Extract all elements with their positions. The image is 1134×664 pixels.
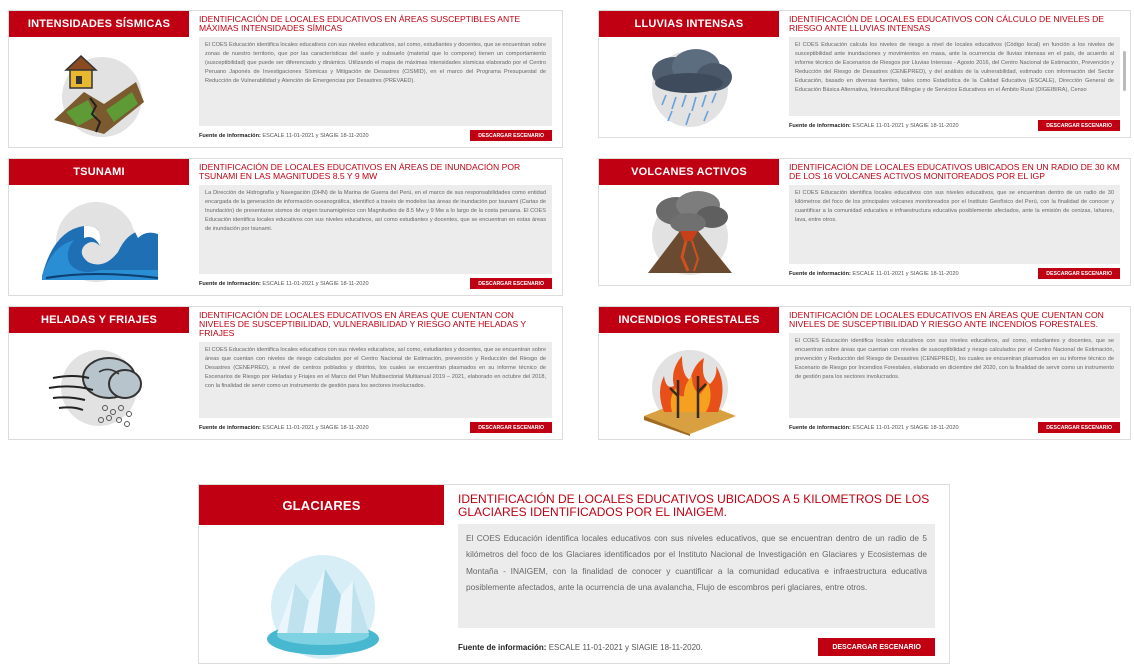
card-left-panel: GLACIARES — [199, 485, 444, 663]
card-title: IDENTIFICACIÓN DE LOCALES EDUCATIVOS EN … — [199, 14, 521, 34]
card-left-panel: INCENDIOS FORESTALES — [599, 307, 779, 439]
card-volcanes-activos: VOLCANES ACTIVOS IDENTIFICACIÓN DE LOCAL… — [598, 158, 1131, 286]
card-glaciares: GLACIARES IDENTIFICACIÓN DE LOCALES EDUC… — [198, 484, 950, 664]
card-left-panel: VOLCANES ACTIVOS — [599, 159, 779, 285]
source-label: Fuente de información: — [789, 122, 851, 129]
source-info: Fuente de información: ESCALE 11-01-2021… — [199, 281, 369, 287]
download-scenario-button[interactable]: DESCARGAR ESCENARIO — [470, 278, 552, 289]
card-header: LLUVIAS INTENSAS — [599, 11, 779, 37]
card-left-panel: INTENSIDADES SÍSMICAS — [9, 11, 189, 147]
card-content: IDENTIFICACIÓN DE LOCALES EDUCATIVOS UBI… — [444, 485, 949, 663]
source-label: Fuente de información: — [199, 424, 261, 431]
card-heladas-friajes: HELADAS Y FRIAJES IDENTIFICACIÓN DE LOCA… — [8, 306, 563, 440]
card-content: IDENTIFICACIÓN DE LOCALES EDUCATIVOS EN … — [189, 11, 562, 147]
source-text: ESCALE 11-01-2021 y SIAGIE 18-11-2020. — [548, 642, 703, 652]
card-tsunami: TSUNAMI IDENTIFICACIÓN DE LOCALES EDUCAT… — [8, 158, 563, 296]
frost-wind-icon — [9, 333, 189, 439]
glacier-icon — [199, 525, 444, 663]
source-info: Fuente de información: ESCALE 11-01-2021… — [458, 643, 703, 652]
card-left-panel: LLUVIAS INTENSAS — [599, 11, 779, 137]
source-info: Fuente de información: ESCALE 11-01-2021… — [789, 271, 959, 277]
source-info: Fuente de información: ESCALE 11-01-2021… — [789, 425, 959, 431]
forest-fire-icon — [599, 333, 779, 439]
card-footer: Fuente de información: ESCALE 11-01-2021… — [789, 268, 1120, 279]
card-header: INCENDIOS FORESTALES — [599, 307, 779, 333]
card-title: IDENTIFICACIÓN DE LOCALES EDUCATIVOS UBI… — [458, 492, 930, 519]
card-description: El COES Educación identifica locales edu… — [199, 37, 552, 126]
source-info: Fuente de información: ESCALE 11-01-2021… — [199, 425, 369, 431]
card-title: IDENTIFICACIÓN DE LOCALES EDUCATIVOS EN … — [199, 162, 521, 182]
card-footer: Fuente de información: ESCALE 11-01-2021… — [789, 422, 1120, 433]
tsunami-wave-icon — [9, 185, 189, 295]
source-label: Fuente de información: — [789, 270, 851, 277]
card-content: IDENTIFICACIÓN DE LOCALES EDUCATIVOS EN … — [189, 307, 562, 439]
source-label: Fuente de información: — [458, 642, 547, 652]
source-text: ESCALE 11-01-2021 y SIAGIE 18-11-2020 — [852, 270, 959, 277]
card-footer: Fuente de información: ESCALE 11-01-2021… — [199, 422, 552, 433]
card-header: HELADAS Y FRIAJES — [9, 307, 189, 333]
download-scenario-button[interactable]: DESCARGAR ESCENARIO — [1038, 268, 1120, 279]
card-intensidades-sismicas: INTENSIDADES SÍSMICAS IDENTIFICACIÓN DE … — [8, 10, 563, 148]
source-label: Fuente de información: — [199, 280, 261, 287]
card-description: El COES Educación identifica locales edu… — [789, 185, 1120, 264]
download-scenario-button[interactable]: DESCARGAR ESCENARIO — [470, 130, 552, 141]
download-scenario-button[interactable]: DESCARGAR ESCENARIO — [818, 638, 935, 657]
source-text: ESCALE 11-01-2021 y SIAGIE 18-11-2020 — [262, 132, 369, 139]
card-title: IDENTIFICACIÓN DE LOCALES EDUCATIVOS UBI… — [789, 162, 1120, 182]
card-header: VOLCANES ACTIVOS — [599, 159, 779, 185]
card-header: GLACIARES — [199, 485, 444, 525]
rain-cloud-icon — [599, 37, 779, 137]
download-scenario-button[interactable]: DESCARGAR ESCENARIO — [1038, 120, 1120, 131]
card-title: IDENTIFICACIÓN DE LOCALES EDUCATIVOS EN … — [199, 310, 526, 339]
download-scenario-button[interactable]: DESCARGAR ESCENARIO — [1038, 422, 1120, 433]
card-title: IDENTIFICACIÓN DE LOCALES EDUCATIVOS CON… — [789, 14, 1105, 34]
source-text: ESCALE 11-01-2021 y SIAGIE 18-11-2020 — [852, 122, 959, 129]
earthquake-icon — [9, 37, 189, 147]
source-text: ESCALE 11-01-2021 y SIAGIE 18-11-2020 — [262, 424, 369, 431]
scrollbar[interactable] — [1123, 51, 1126, 91]
card-footer: Fuente de información: ESCALE 11-01-2021… — [458, 638, 935, 657]
card-title: IDENTIFICACIÓN DE LOCALES EDUCATIVOS EN … — [789, 310, 1104, 330]
card-content: IDENTIFICACIÓN DE LOCALES EDUCATIVOS CON… — [779, 11, 1130, 137]
card-description: La Dirección de Hidrografía y Navegación… — [199, 185, 552, 274]
source-info: Fuente de información: ESCALE 11-01-2021… — [199, 133, 369, 139]
download-scenario-button[interactable]: DESCARGAR ESCENARIO — [470, 422, 552, 433]
card-footer: Fuente de información: ESCALE 11-01-2021… — [199, 130, 552, 141]
card-content: IDENTIFICACIÓN DE LOCALES EDUCATIVOS EN … — [779, 307, 1130, 439]
card-left-panel: TSUNAMI — [9, 159, 189, 295]
source-info: Fuente de información: ESCALE 11-01-2021… — [789, 123, 959, 129]
card-lluvias-intensas: LLUVIAS INTENSAS IDENTIFICACIÓN DE LOCAL… — [598, 10, 1131, 138]
card-header: INTENSIDADES SÍSMICAS — [9, 11, 189, 37]
source-label: Fuente de información: — [199, 132, 261, 139]
card-content: IDENTIFICACIÓN DE LOCALES EDUCATIVOS EN … — [189, 159, 562, 295]
card-description: El COES Educación identifica locales edu… — [199, 342, 552, 418]
source-text: ESCALE 11-01-2021 y SIAGIE 18-11-2020 — [262, 280, 369, 287]
card-description: El COES Educación identifica locales edu… — [458, 524, 935, 629]
source-label: Fuente de información: — [789, 424, 851, 431]
card-footer: Fuente de información: ESCALE 11-01-2021… — [199, 278, 552, 289]
card-footer: Fuente de información: ESCALE 11-01-2021… — [789, 120, 1120, 131]
source-text: ESCALE 11-01-2021 y SIAGIE 18-11-2020 — [852, 424, 959, 431]
card-description: El COES Educación calcula los niveles de… — [789, 37, 1120, 116]
card-content: IDENTIFICACIÓN DE LOCALES EDUCATIVOS UBI… — [779, 159, 1130, 285]
card-description: El COES Educación identifica locales edu… — [789, 333, 1120, 418]
card-left-panel: HELADAS Y FRIAJES — [9, 307, 189, 439]
volcano-icon — [599, 185, 779, 285]
card-incendios-forestales: INCENDIOS FORESTALES IDENTIFICACIÓN DE L… — [598, 306, 1131, 440]
card-header: TSUNAMI — [9, 159, 189, 185]
